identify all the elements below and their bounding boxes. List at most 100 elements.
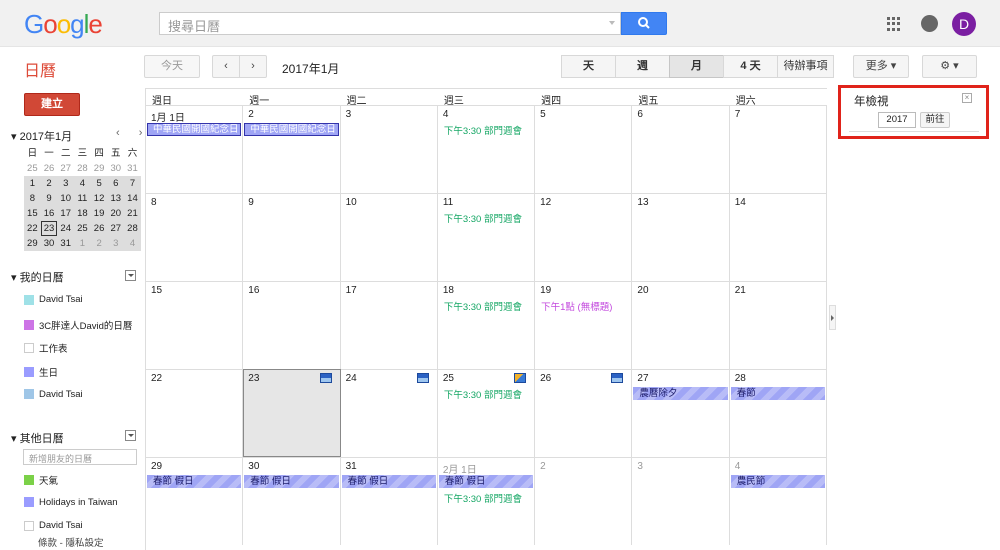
day-cell[interactable]: 15 [146,281,244,369]
day-number[interactable]: 31 [346,461,357,472]
mini-day[interactable]: 17 [57,206,75,221]
day-cell[interactable]: 4 下午3:30 部門週會 [437,105,536,193]
timed-event[interactable]: 下午3:30 部門週會 [444,387,522,401]
day-cell[interactable]: 11 下午3:30 部門週會 [437,193,536,281]
day-number[interactable]: 22 [151,373,162,384]
all-day-event[interactable]: 春節 假日 [438,475,534,488]
day-number[interactable]: 8 [151,197,157,208]
day-cell[interactable]: 2 中華民國開國紀念日 [243,105,341,193]
avatar[interactable]: D [952,12,976,36]
mini-day[interactable]: 28 [124,221,141,236]
view-button[interactable]: 待辦事項 [777,55,834,78]
day-number[interactable]: 19 [540,285,551,296]
calendar-color-swatch[interactable] [24,475,34,485]
day-number[interactable]: 3 [637,461,643,472]
mini-day[interactable]: 26 [90,221,108,236]
mini-day[interactable]: 19 [90,206,108,221]
search-button[interactable] [621,12,667,35]
mini-day[interactable]: 25 [74,221,91,236]
settings-button[interactable]: ⚙ ▾ [922,55,977,78]
day-number[interactable]: 23 [248,373,259,384]
weather-cloud-icon[interactable] [611,373,624,383]
mini-day[interactable]: 14 [124,191,141,206]
search-input[interactable]: 搜尋日曆 [159,12,621,35]
mini-day[interactable]: 12 [90,191,108,206]
mini-calendar-title[interactable]: ▾ 2017年1月 [11,128,72,144]
mini-day[interactable]: 30 [40,236,58,251]
all-day-event[interactable]: 農曆除夕 [633,387,728,400]
my-calendars-title[interactable]: ▾ 我的日曆 [11,269,64,285]
day-cell[interactable]: 20 [632,281,730,369]
day-cell[interactable]: 2 [535,457,633,545]
calendar-item[interactable]: 天氣 [24,473,58,487]
mini-day[interactable]: 5 [90,176,108,191]
mini-day[interactable]: 31 [57,236,75,251]
day-number[interactable]: 18 [443,285,454,296]
mini-day[interactable]: 2 [40,176,58,191]
day-number[interactable]: 25 [443,373,454,384]
mini-day[interactable]: 18 [74,206,91,221]
day-number[interactable]: 26 [540,373,551,384]
all-day-event[interactable]: 春節 [730,387,825,400]
day-cell[interactable]: 29 春節 假日 [146,457,244,545]
mini-day[interactable]: 26 [41,161,58,176]
calendar-color-swatch[interactable] [24,497,34,508]
timed-event[interactable]: 下午3:30 部門週會 [444,211,522,225]
day-cell[interactable]: 26 [535,369,633,457]
all-day-event[interactable]: 中華民國開國紀念日 [244,123,339,136]
all-day-event[interactable]: 春節 假日 [341,475,436,488]
mini-day[interactable]: 29 [91,161,108,176]
mini-day[interactable]: 31 [124,161,141,176]
weather-sun-icon[interactable] [514,373,527,383]
day-number[interactable]: 15 [151,285,162,296]
search-options-icon[interactable] [609,21,615,25]
day-cell[interactable]: 27 農曆除夕 [632,369,730,457]
all-day-event[interactable]: 中華民國開國紀念日 [147,123,242,136]
day-number[interactable]: 4 [443,109,449,120]
calendar-item[interactable]: 3C胖達人David的日曆 [24,318,132,332]
apps-grid-icon[interactable] [887,17,901,31]
day-cell[interactable]: 1月 1日 中華民國開國紀念日 [146,105,244,193]
timed-event[interactable]: 下午3:30 部門週會 [444,491,522,505]
day-number[interactable]: 5 [540,109,546,120]
timed-event[interactable]: 下午3:30 部門週會 [444,299,522,313]
calendar-color-swatch[interactable] [24,367,34,378]
mini-day[interactable]: 21 [124,206,141,221]
day-number[interactable]: 13 [637,197,648,208]
next-button[interactable]: › [239,55,267,78]
mini-day[interactable]: 4 [74,176,91,191]
weather-cloud-icon[interactable] [319,373,332,383]
day-number[interactable]: 14 [735,197,746,208]
day-cell[interactable]: 31 春節 假日 [340,457,438,545]
day-cell[interactable]: 3 [340,105,438,193]
mini-day[interactable]: 13 [107,191,125,206]
calendar-color-swatch[interactable] [24,520,34,531]
more-button[interactable]: 更多 ▾ [853,55,909,78]
day-number[interactable]: 6 [637,109,643,120]
year-input[interactable]: 2017 [878,112,916,128]
collapse-side-panel-button[interactable] [829,305,836,330]
mini-day[interactable]: 10 [57,191,75,206]
day-cell[interactable]: 3 [632,457,730,545]
day-number[interactable]: 28 [735,373,746,384]
calendar-item[interactable]: David Tsai [24,294,83,305]
mini-day[interactable]: 15 [24,206,41,221]
all-day-event[interactable]: 春節 假日 [147,475,242,488]
my-calendars-dropdown[interactable] [125,270,136,281]
day-cell[interactable]: 13 [632,193,730,281]
mini-day[interactable]: 1 [74,236,91,251]
day-cell[interactable]: 10 [340,193,438,281]
day-cell[interactable]: 21 [729,281,827,369]
day-cell[interactable]: 6 [632,105,730,193]
mini-day[interactable]: 1 [24,176,41,191]
mini-day[interactable]: 23 [40,221,58,236]
day-number[interactable]: 12 [540,197,551,208]
mini-day[interactable]: 28 [74,161,91,176]
calendar-item[interactable]: 生日 [24,365,58,379]
mini-day[interactable]: 16 [40,206,58,221]
day-cell[interactable]: 12 [535,193,633,281]
day-cell[interactable]: 8 [146,193,244,281]
mini-day[interactable]: 2 [90,236,108,251]
mini-day[interactable]: 29 [24,236,41,251]
mini-day[interactable]: 25 [24,161,41,176]
